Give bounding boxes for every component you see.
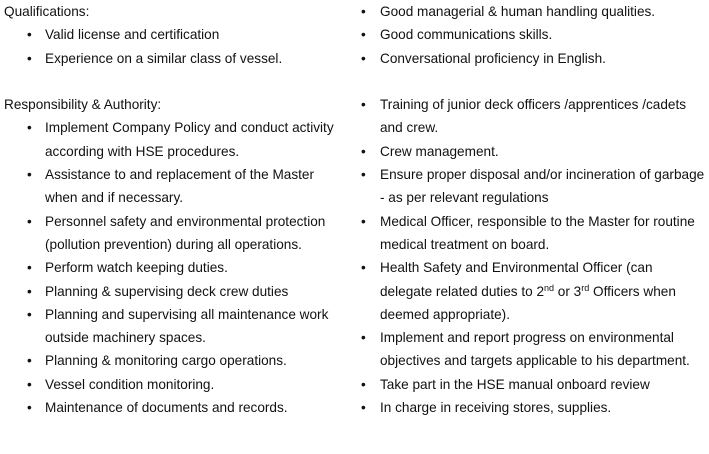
hse-text-b: or 3 [554, 283, 582, 299]
list-item: Maintenance of documents and records. [4, 396, 344, 420]
list-item: Assistance to and replacement of the Mas… [4, 163, 344, 210]
list-item: Planning & monitoring cargo operations. [4, 349, 344, 373]
list-item: Personnel safety and environmental prote… [4, 210, 344, 257]
list-item: Crew management. [356, 140, 706, 164]
list-item: Implement and report progress on environ… [356, 326, 706, 373]
left-column: Qualifications: Valid license and certif… [4, 0, 344, 420]
qualifications-list-right: Good managerial & human handling qualiti… [356, 0, 706, 70]
list-item: Experience on a similar class of vessel. [4, 47, 344, 71]
list-item: Valid license and certification [4, 23, 344, 47]
list-item: Training of junior deck officers /appren… [356, 93, 706, 140]
list-item: Implement Company Policy and conduct act… [4, 116, 344, 163]
responsibility-list-right: Training of junior deck officers /appren… [356, 93, 706, 419]
list-item: Good communications skills. [356, 23, 706, 47]
list-item-hse-officer: Health Safety and Environmental Officer … [356, 256, 706, 326]
responsibility-list-left: Implement Company Policy and conduct act… [4, 116, 344, 419]
ordinal-suffix: nd [544, 282, 555, 293]
qualifications-list: Valid license and certification Experien… [4, 23, 344, 70]
qualifications-heading: Qualifications: [4, 4, 90, 19]
list-item: Planning and supervising all maintenance… [4, 303, 344, 350]
list-item: Vessel condition monitoring. [4, 373, 344, 397]
list-item: Ensure proper disposal and/or incinerati… [356, 163, 706, 210]
list-item: Good managerial & human handling qualiti… [356, 0, 706, 24]
list-item: Conversational proficiency in English. [356, 47, 706, 71]
list-item: Medical Officer, responsible to the Mast… [356, 210, 706, 257]
responsibility-heading: Responsibility & Authority: [4, 97, 162, 113]
list-item: Planning & supervising deck crew duties [4, 280, 344, 304]
right-column: Good managerial & human handling qualiti… [356, 0, 706, 420]
list-item: In charge in receiving stores, supplies. [356, 396, 706, 420]
list-item: Take part in the HSE manual onboard revi… [356, 373, 706, 397]
list-item: Perform watch keeping duties. [4, 256, 344, 280]
